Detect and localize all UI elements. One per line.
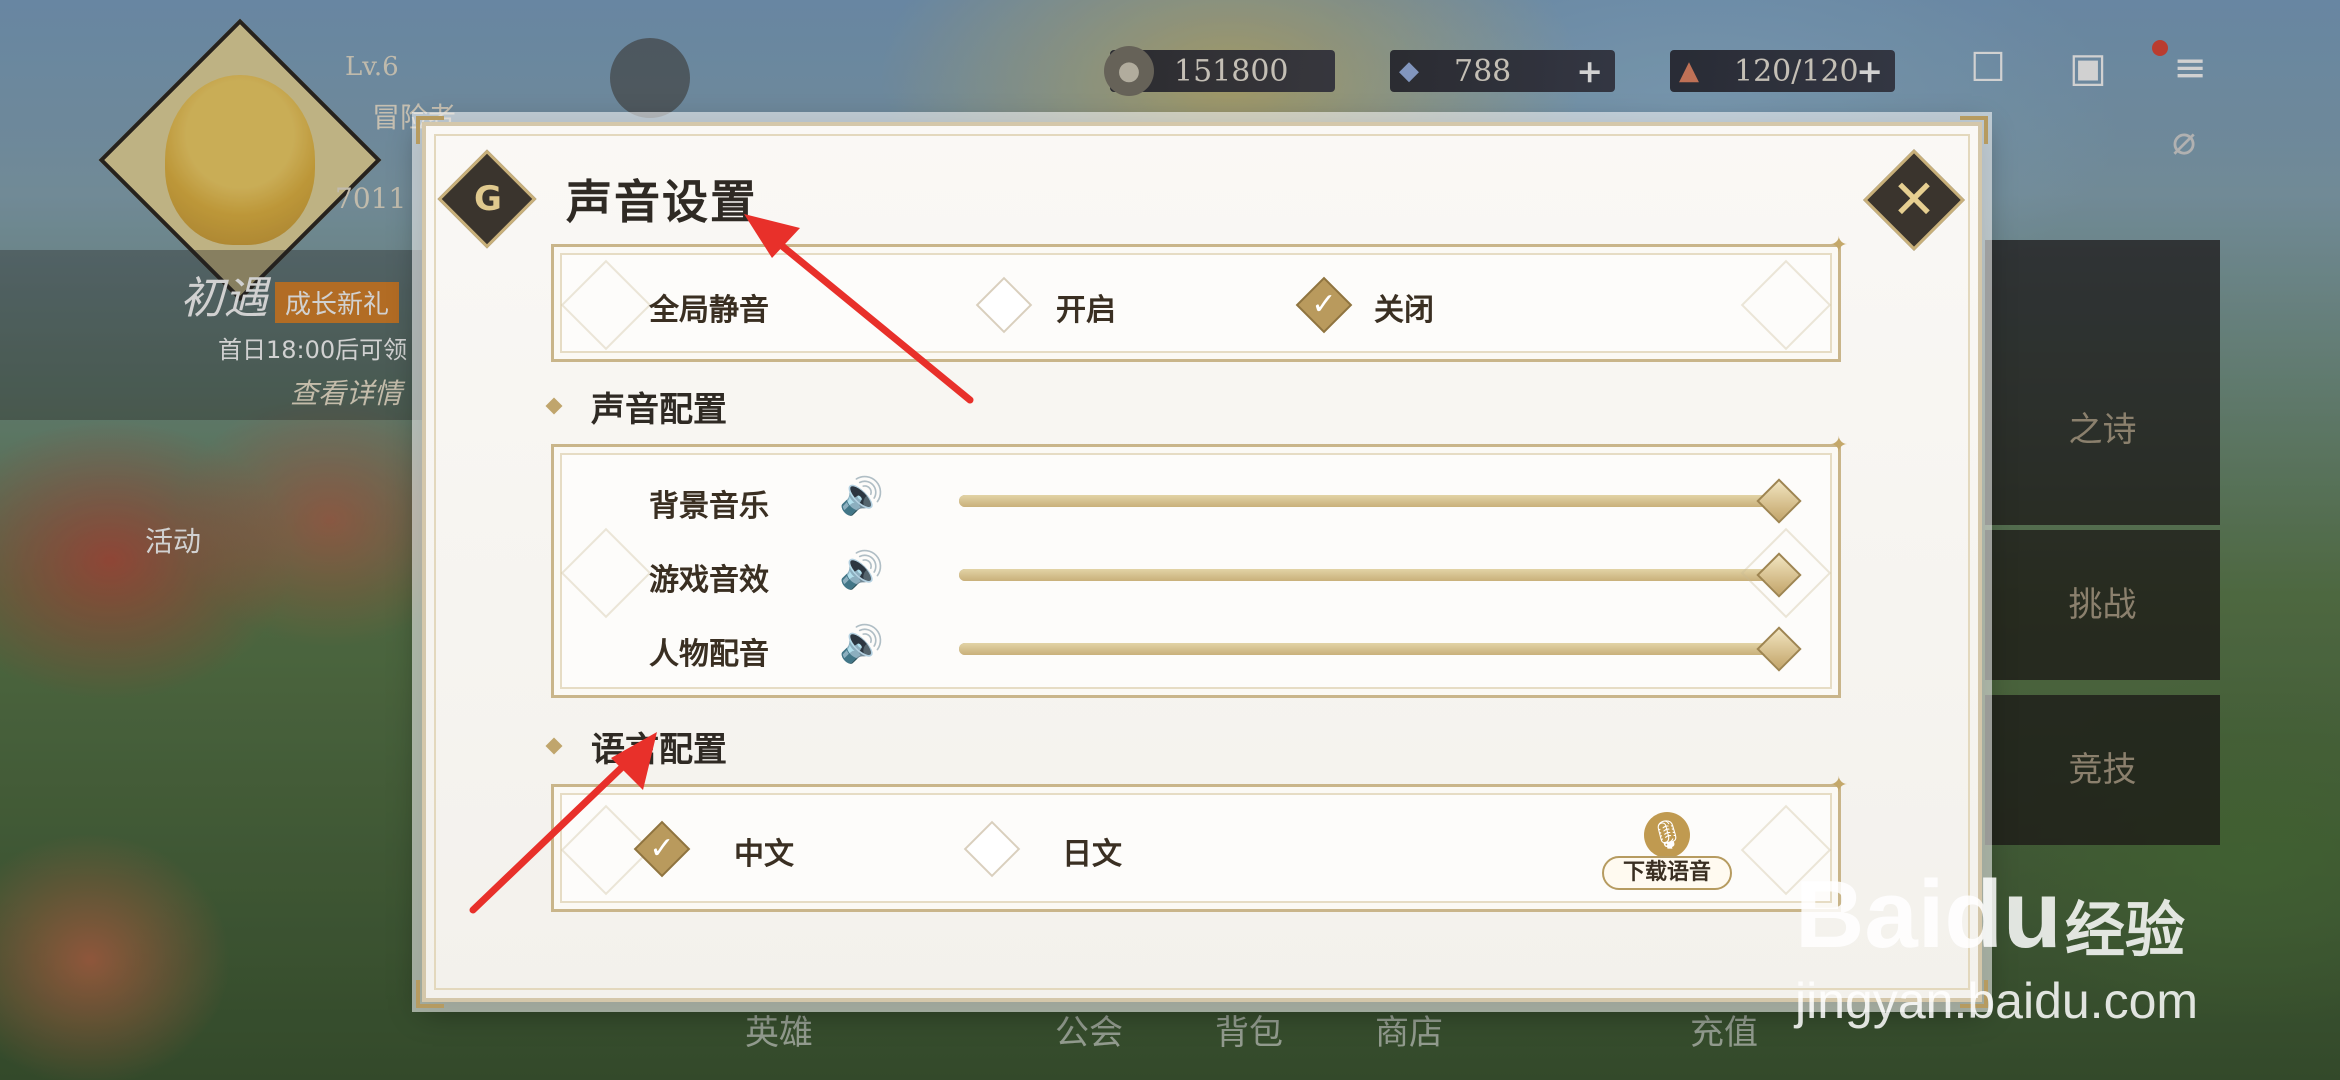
download-voice-label: 下载语音 xyxy=(1602,856,1732,890)
speaker-icon: 🔊 xyxy=(839,550,884,591)
dialog-title: 声音设置 xyxy=(566,175,758,229)
watermark-brand: Baidu xyxy=(1795,861,2062,968)
download-voice-button[interactable]: 🎙 下载语音 xyxy=(1602,812,1732,892)
bgm-slider-fill xyxy=(959,495,1779,507)
sfx-label: 游戏音效 xyxy=(649,563,769,598)
mute-off-label[interactable]: 关闭 xyxy=(1374,285,1434,329)
microphone-icon: 🎙 xyxy=(1644,812,1690,858)
bgm-slider[interactable] xyxy=(959,478,1802,524)
voice-slider-knob[interactable] xyxy=(1756,626,1802,672)
language-panel: ✦ ✓ 中文 日文 🎙 下载语音 xyxy=(551,773,1848,912)
sparkle-icon: ✦ xyxy=(1829,233,1848,258)
lang-chinese-label[interactable]: 中文 xyxy=(734,829,794,873)
corner-ornament xyxy=(1960,116,1988,144)
watermark-url: jingyan.baidu.com xyxy=(1795,973,2199,1029)
voice-slider[interactable] xyxy=(959,626,1802,672)
mute-on-label[interactable]: 开启 xyxy=(1056,285,1116,329)
sparkle-icon: ✦ xyxy=(1829,433,1848,458)
language-config-title: 语言配置 xyxy=(591,730,727,770)
mute-on-checkbox[interactable] xyxy=(975,276,1033,334)
corner-ornament xyxy=(416,980,444,1008)
sfx-slider[interactable] xyxy=(959,552,1802,598)
corner-ornament xyxy=(416,116,444,144)
sparkle-icon: ✦ xyxy=(1829,773,1848,798)
global-mute-panel: ✦ 全局静音 开启 ✓ 关闭 xyxy=(551,233,1848,362)
lang-chinese-checkbox[interactable] xyxy=(633,820,691,878)
sound-config-title: 声音配置 xyxy=(591,390,727,430)
mute-off-checkbox[interactable] xyxy=(1295,276,1353,334)
voice-label: 人物配音 xyxy=(649,637,769,672)
lang-japanese-label[interactable]: 日文 xyxy=(1062,829,1122,873)
sound-settings-dialog: G 声音设置 ✕ ✦ 全局静音 开启 ✓ 关闭 声音配置 ✦ 背景音乐 🔊 游戏… xyxy=(416,116,1988,1008)
speaker-icon: 🔊 xyxy=(839,476,884,517)
bgm-label: 背景音乐 xyxy=(649,489,769,524)
sfx-slider-fill xyxy=(959,569,1779,581)
watermark-cn: 经验 xyxy=(2065,896,2185,966)
global-mute-label: 全局静音 xyxy=(649,293,769,328)
sfx-slider-knob[interactable] xyxy=(1756,552,1802,598)
lang-japanese-checkbox[interactable] xyxy=(963,820,1021,878)
voice-slider-fill xyxy=(959,643,1779,655)
baidu-watermark: Baidu 经验 jingyan.baidu.com xyxy=(1795,860,2315,1040)
volume-panel: ✦ 背景音乐 🔊 游戏音效 🔊 人物配音 🔊 xyxy=(551,433,1848,698)
bgm-slider-knob[interactable] xyxy=(1756,478,1802,524)
speaker-icon: 🔊 xyxy=(839,624,884,665)
emblem-glyph: G xyxy=(474,179,502,219)
